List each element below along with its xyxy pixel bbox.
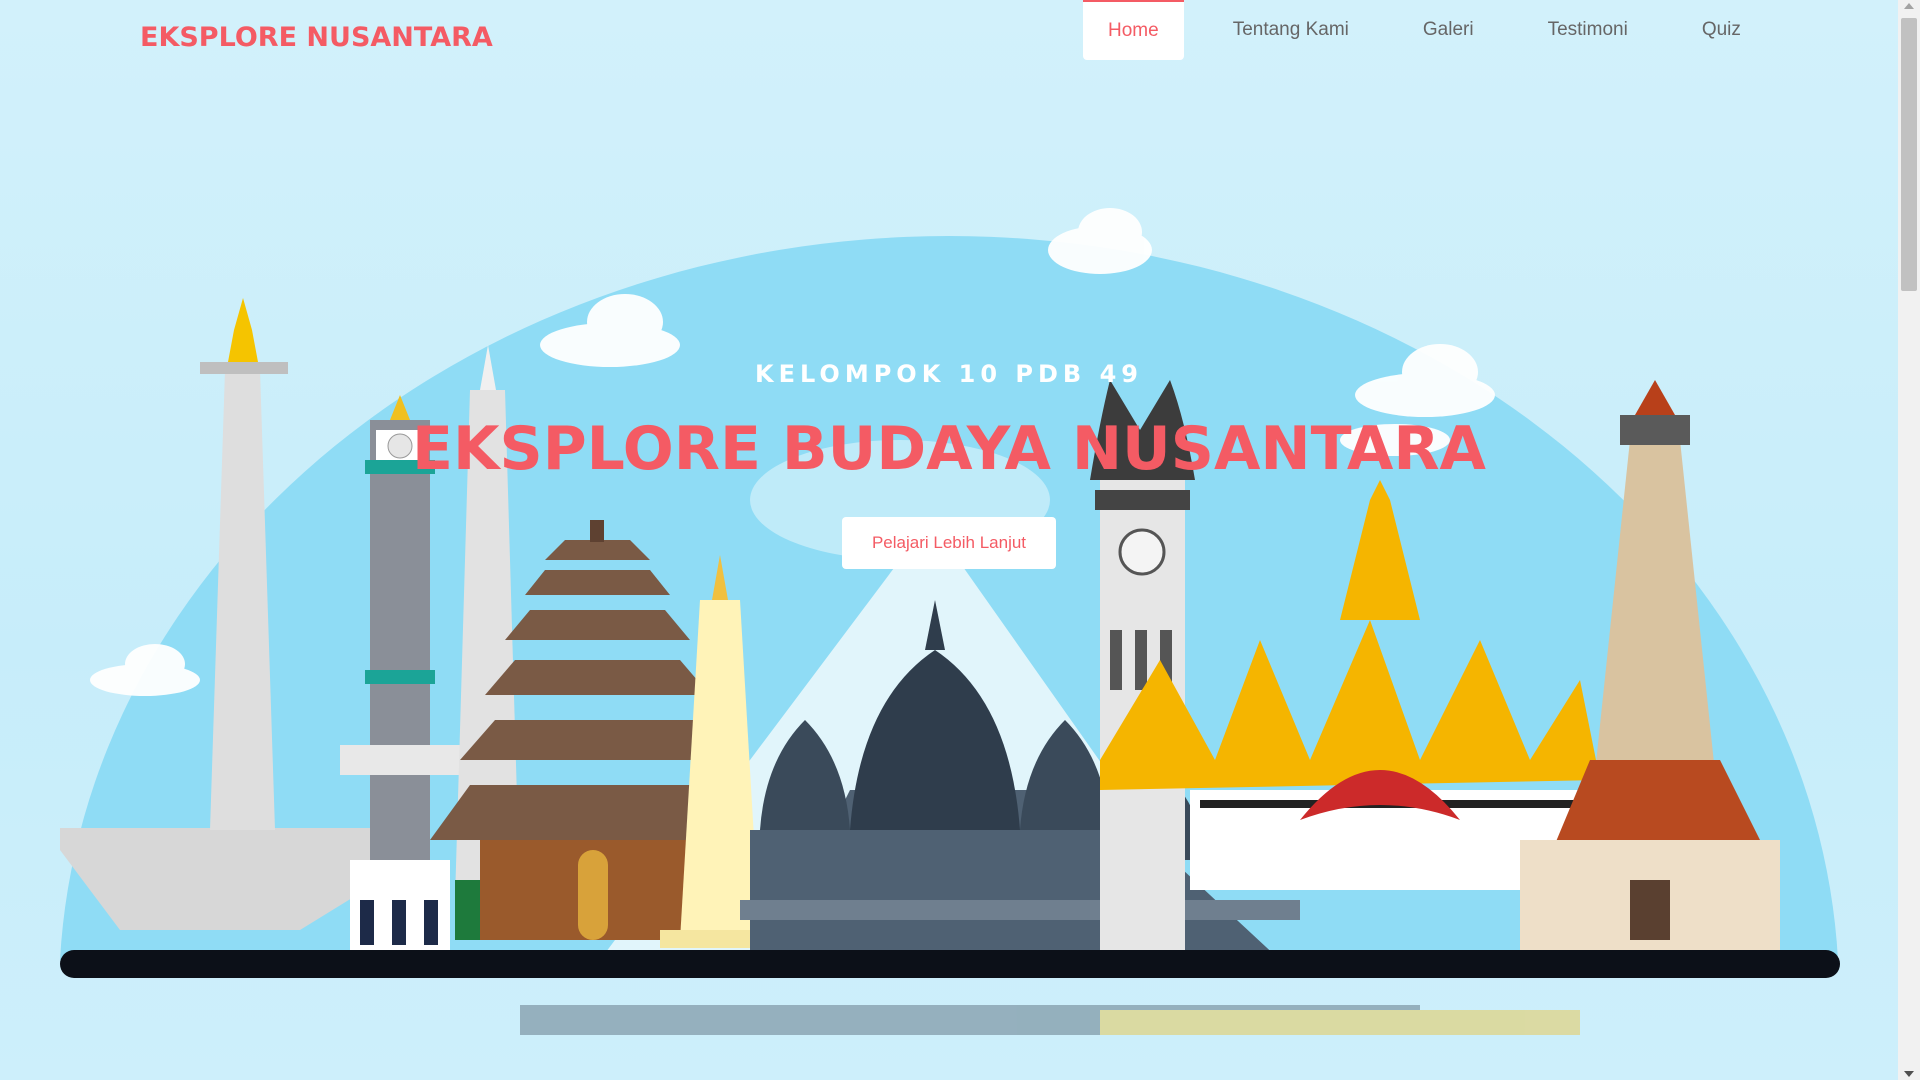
page-scrollbar[interactable] — [1898, 0, 1920, 1080]
nav-quiz[interactable]: Quiz — [1677, 0, 1766, 60]
nav-testimoni[interactable]: Testimoni — [1523, 0, 1653, 60]
nav-tentang-kami[interactable]: Tentang Kami — [1208, 0, 1374, 60]
ground — [60, 950, 1840, 978]
nav-menu: Home Tentang Kami Galeri Testimoni Quiz — [1083, 0, 1790, 60]
learn-more-button[interactable]: Pelajari Lebih Lanjut — [841, 517, 1057, 569]
water-reflection — [520, 1005, 1580, 1035]
triangle-down-icon[interactable] — [1904, 1071, 1914, 1077]
triangle-up-icon[interactable] — [1904, 3, 1914, 9]
hero-content: KELOMPOK 10 PDB 49 EKSPLORE BUDAYA NUSAN… — [0, 360, 1898, 569]
nav-galeri[interactable]: Galeri — [1398, 0, 1499, 60]
navbar: EKSPLORE NUSANTARA Home Tentang Kami Gal… — [0, 0, 1898, 70]
scrollbar-thumb[interactable] — [1901, 18, 1917, 291]
hero-title: EKSPLORE BUDAYA NUSANTARA — [412, 414, 1486, 484]
brand-logo[interactable]: EKSPLORE NUSANTARA — [140, 22, 493, 53]
hero-subtitle: KELOMPOK 10 PDB 49 — [755, 360, 1143, 388]
nav-home[interactable]: Home — [1083, 0, 1184, 60]
